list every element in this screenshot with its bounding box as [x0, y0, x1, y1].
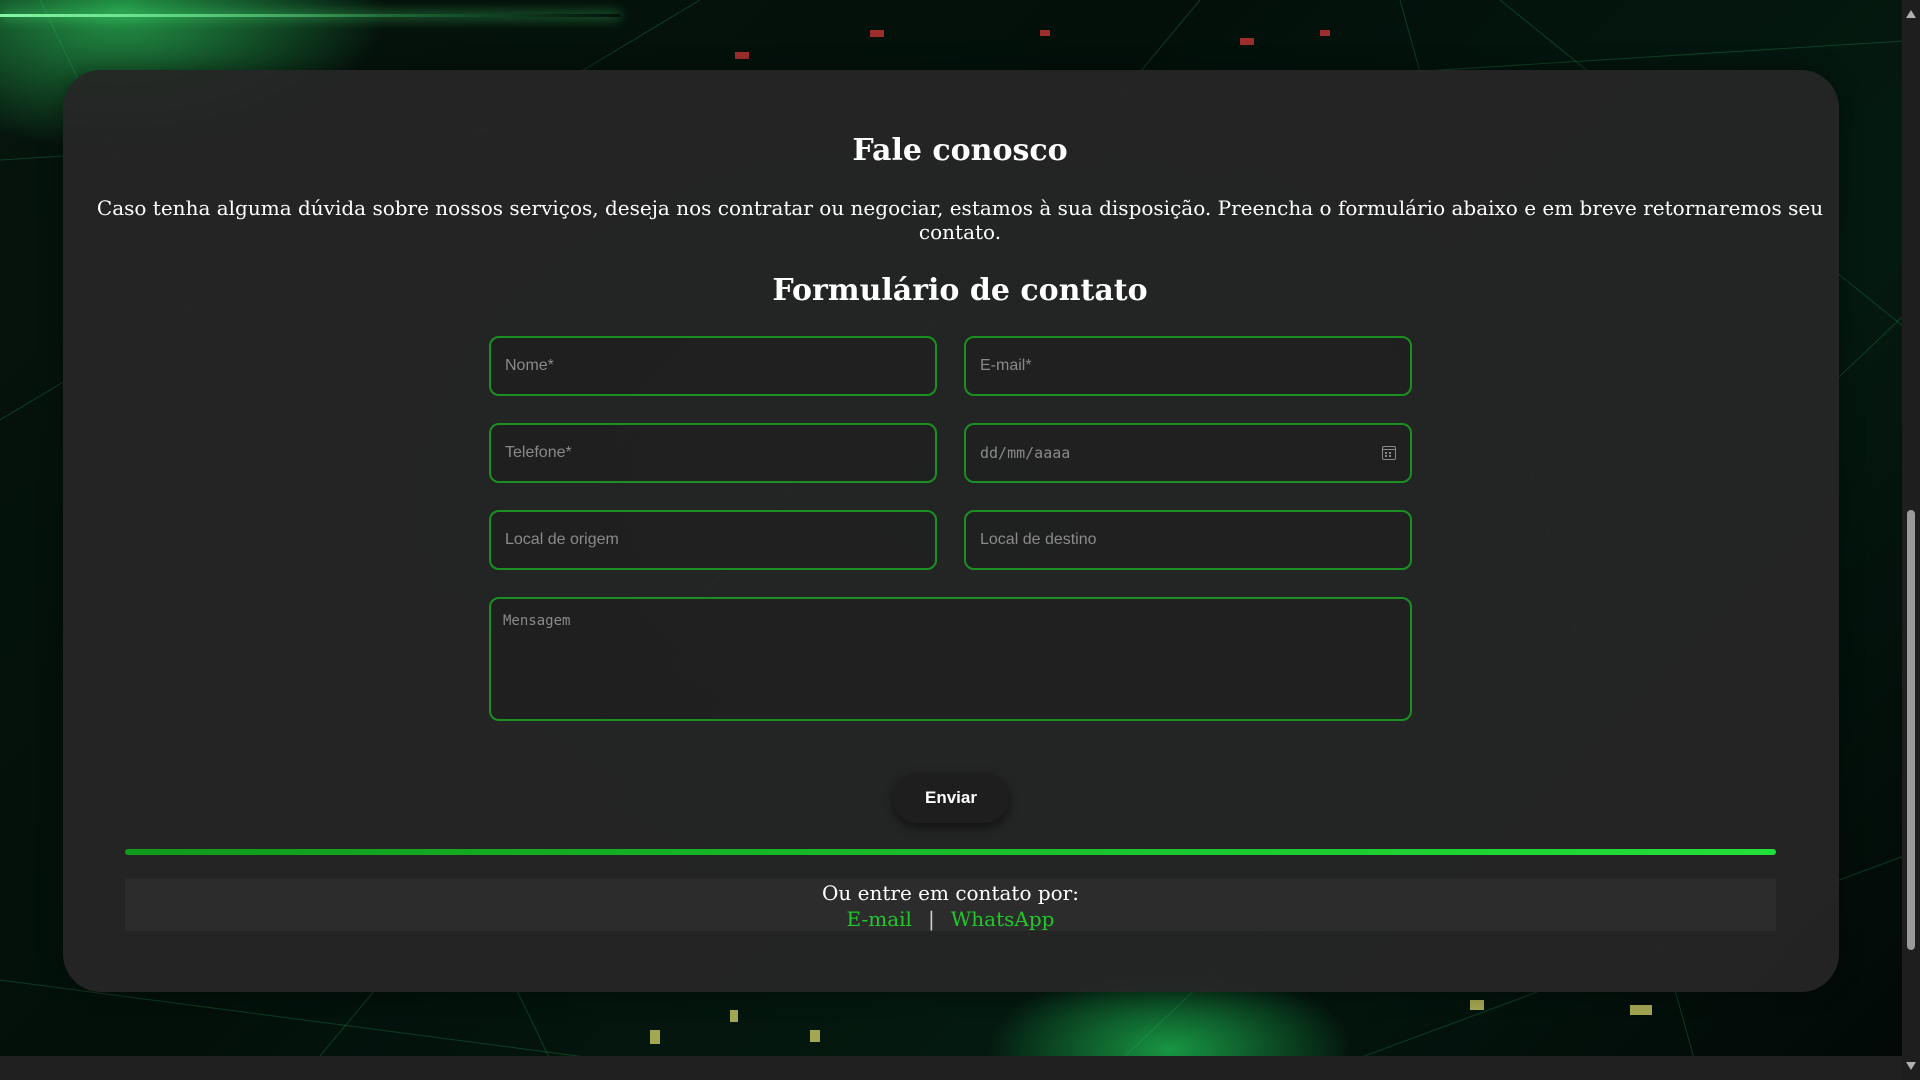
date-placeholder: dd/mm/aaaa — [980, 444, 1071, 462]
message-placeholder: Mensagem — [503, 613, 571, 629]
bottom-bar — [0, 1056, 1902, 1080]
form-title: Formulário de contato — [772, 273, 1148, 308]
alternate-contact-links: E-mail | WhatsApp — [125, 907, 1776, 931]
email-input[interactable]: E-mail* — [964, 336, 1412, 396]
link-separator: | — [927, 907, 935, 931]
date-input[interactable]: dd/mm/aaaa — [964, 423, 1412, 483]
vertical-scrollbar[interactable] — [1902, 0, 1920, 1080]
destination-input[interactable]: Local de destino — [964, 510, 1412, 570]
phone-input[interactable]: Telefone* — [489, 423, 937, 483]
whatsapp-link[interactable]: WhatsApp — [951, 907, 1055, 931]
email-placeholder: E-mail* — [980, 357, 1032, 374]
send-button[interactable]: Enviar — [893, 773, 1009, 823]
scrollbar-thumb[interactable] — [1907, 510, 1915, 950]
origin-input[interactable]: Local de origem — [489, 510, 937, 570]
destination-placeholder: Local de destino — [980, 531, 1097, 548]
email-link[interactable]: E-mail — [847, 907, 912, 931]
scroll-up-arrow-icon[interactable] — [1906, 10, 1916, 18]
green-divider — [125, 849, 1776, 855]
page-heading: Fale conosco — [852, 133, 1068, 168]
message-textarea[interactable]: Mensagem — [489, 597, 1412, 721]
origin-placeholder: Local de origem — [505, 531, 619, 548]
intro-text: Caso tenha alguma dúvida sobre nossos se… — [96, 196, 1824, 244]
alternate-contact-label: Ou entre em contato por: — [822, 881, 1079, 905]
alternate-contact: Ou entre em contato por: E-mail | WhatsApp — [125, 879, 1776, 931]
name-placeholder: Nome* — [505, 357, 554, 374]
scroll-down-arrow-icon[interactable] — [1906, 1062, 1916, 1070]
name-input[interactable]: Nome* — [489, 336, 937, 396]
page: { "page": { "heading": "Fale conosco", "… — [0, 0, 1920, 1080]
calendar-icon[interactable] — [1382, 446, 1396, 460]
top-glow-line — [0, 14, 620, 17]
phone-placeholder: Telefone* — [505, 444, 572, 461]
